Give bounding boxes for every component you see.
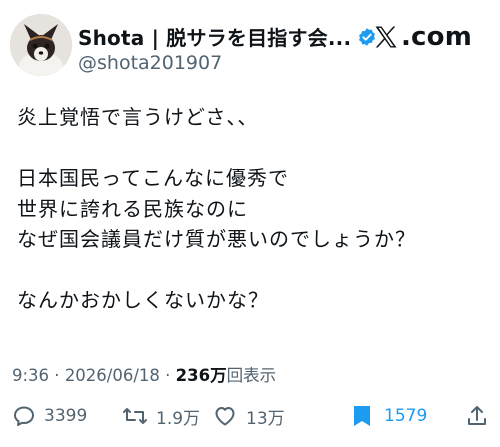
tweet-time[interactable]: 9:36 bbox=[12, 366, 49, 385]
action-bar: 3399 1.9万 13万 1579 bbox=[12, 398, 488, 434]
name-row: Shota | 脱サラを目指す会... bbox=[78, 22, 377, 51]
tweet-line: 炎上覚悟で言うけどさ、、 bbox=[17, 105, 259, 129]
tweet-line: なんかおかしくないかな？ bbox=[17, 288, 269, 312]
share-button[interactable] bbox=[466, 404, 488, 428]
bookmark-icon bbox=[352, 404, 372, 428]
reply-icon bbox=[12, 404, 36, 428]
reply-button[interactable]: 3399 bbox=[12, 404, 87, 428]
like-button[interactable]: 13万 bbox=[212, 404, 285, 429]
views-label: 回表示 bbox=[226, 366, 277, 385]
x-logo-icon bbox=[372, 23, 400, 51]
reply-count: 3399 bbox=[44, 406, 88, 426]
tweet-line: 日本国民ってこんなに優秀で bbox=[17, 166, 289, 190]
tweet-date[interactable]: 2026/06/18 bbox=[65, 366, 160, 385]
bookmark-count: 1579 bbox=[384, 406, 428, 426]
brand-logo: .com bbox=[372, 22, 472, 52]
tweet-line: 世界に誇れる民族なのに bbox=[17, 196, 248, 221]
meta-separator: · bbox=[49, 366, 65, 385]
share-icon bbox=[466, 404, 488, 428]
meta-separator: · bbox=[159, 366, 176, 385]
like-icon bbox=[212, 404, 238, 428]
user-handle[interactable]: @shota201907 bbox=[78, 52, 222, 74]
dog-photo-icon bbox=[10, 14, 72, 76]
retweet-button[interactable]: 1.9万 bbox=[122, 404, 200, 429]
tweet-meta: 9:36 · 2026/06/18 · 236万回表示 bbox=[12, 362, 276, 386]
avatar[interactable] bbox=[10, 14, 72, 76]
brand-text: .com bbox=[400, 22, 472, 52]
bookmark-button[interactable]: 1579 bbox=[352, 404, 427, 428]
tweet-header: Shota | 脱サラを目指す会... @shota201907 .com bbox=[10, 12, 480, 82]
views-count: 236万 bbox=[175, 366, 227, 385]
like-count: 13万 bbox=[246, 408, 285, 429]
retweet-count: 1.9万 bbox=[156, 408, 201, 429]
retweet-icon bbox=[122, 404, 148, 428]
tweet-line: なぜ国会議員だけ質が悪いのでしょうか？ bbox=[17, 227, 416, 251]
tweet-text: 炎上覚悟で言うけどさ、、 日本国民ってこんなに優秀で 世界に誇れる民族なのに な… bbox=[17, 102, 487, 316]
display-name[interactable]: Shota | 脱サラを目指す会... bbox=[78, 22, 351, 51]
